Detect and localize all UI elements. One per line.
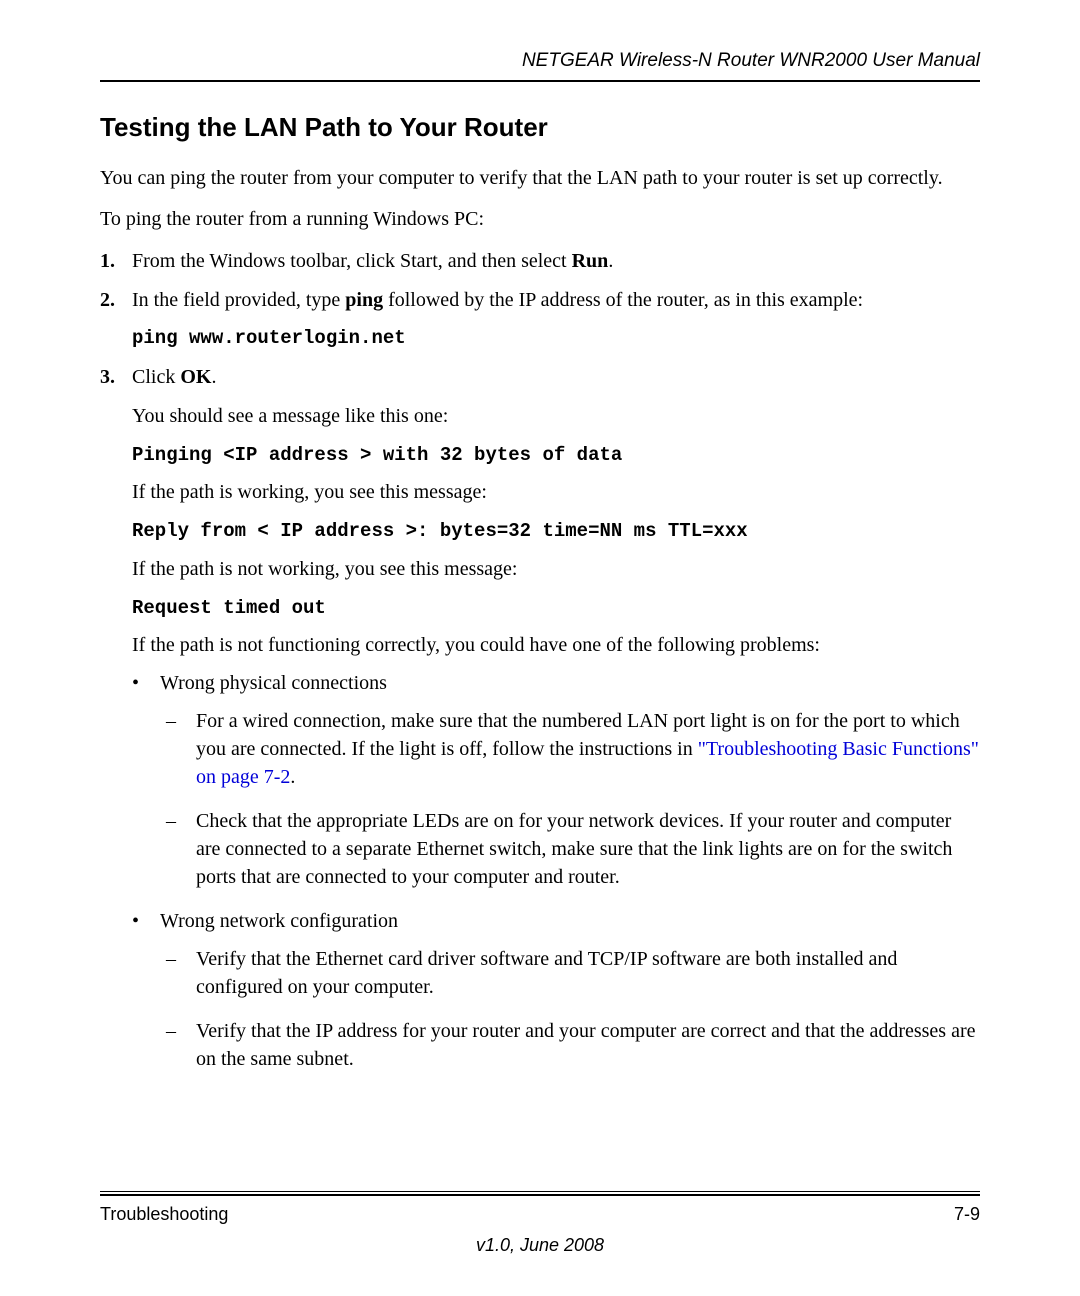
step-list: From the Windows toolbar, click Start, a… [100,247,980,392]
step-1-text-bold: Run [572,250,609,272]
footer-section: Troubleshooting [100,1204,228,1225]
msg-intro: You should see a message like this one: [132,402,980,430]
step-1-text-c: . [608,250,613,272]
step-3-text-c: . [211,366,216,388]
physical-item-1: For a wired connection, make sure that t… [160,707,980,791]
footer-rule-thick [100,1194,980,1196]
bullet-network: Wrong network configuration Verify that … [120,907,980,1073]
network-item-2: Verify that the IP address for your rout… [160,1017,980,1073]
step-3: Click OK. [100,363,980,392]
step-2-text-a: In the field provided, type [132,289,345,311]
step-1: From the Windows toolbar, click Start, a… [100,247,980,276]
problems-intro: If the path is not functioning correctly… [132,631,980,659]
physical-item-1-b: . [290,766,295,788]
header-rule [100,80,980,82]
msg-2: Reply from < IP address >: bytes=32 time… [132,520,748,542]
path-ok: If the path is working, you see this mes… [132,478,980,506]
footer-version: v1.0, June 2008 [100,1235,980,1256]
step-1-text-a: From the Windows toolbar, click Start, a… [132,250,572,272]
step-2-text-bold: ping [345,289,383,311]
bullet-network-label: Wrong network configuration [160,910,398,932]
intro-paragraph: You can ping the router from your comput… [100,165,980,192]
network-sublist: Verify that the Ethernet card driver sof… [160,945,980,1073]
footer-rule-thin [100,1191,980,1192]
step-2-text-c: followed by the IP address of the router… [383,289,863,311]
footer-page-number: 7-9 [954,1204,980,1225]
physical-item-2: Check that the appropriate LEDs are on f… [160,807,980,891]
problems-list: Wrong physical connections For a wired c… [120,669,980,1073]
msg-1: Pinging <IP address > with 32 bytes of d… [132,444,622,466]
step-2: In the field provided, type ping followe… [100,286,980,353]
lead-in: To ping the router from a running Window… [100,206,980,233]
network-item-1: Verify that the Ethernet card driver sof… [160,945,980,1001]
running-header: NETGEAR Wireless-N Router WNR2000 User M… [100,50,980,72]
bullet-physical-label: Wrong physical connections [160,672,387,694]
physical-sublist: For a wired connection, make sure that t… [160,707,980,891]
path-bad: If the path is not working, you see this… [132,555,980,583]
bullet-physical: Wrong physical connections For a wired c… [120,669,980,891]
page: NETGEAR Wireless-N Router WNR2000 User M… [0,0,1080,1296]
step-3-text-a: Click [132,366,180,388]
msg-3: Request timed out [132,597,326,619]
step-3-text-bold: OK [180,366,211,388]
step-2-code: ping www.routerlogin.net [132,327,406,349]
page-footer: Troubleshooting 7-9 v1.0, June 2008 [100,1191,980,1256]
section-heading: Testing the LAN Path to Your Router [100,112,980,143]
